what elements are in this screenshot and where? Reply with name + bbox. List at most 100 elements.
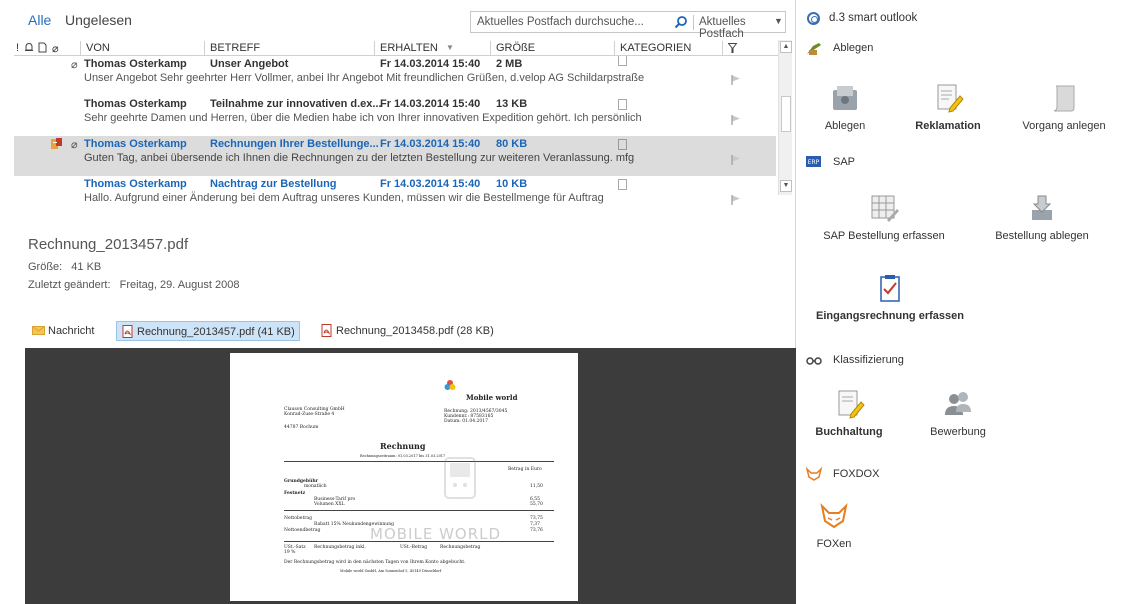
bell-icon[interactable] <box>24 42 34 53</box>
doc-row1-val: 11,50 <box>530 484 543 489</box>
doc-rule <box>284 461 554 462</box>
action-reklamation[interactable]: Reklamation <box>903 82 993 132</box>
message-row[interactable]: Thomas Osterkamp Nachtrag zur Bestellung… <box>14 176 776 206</box>
mail-pane: Alle Ungelesen Aktuelles Postfach durchs… <box>0 0 796 604</box>
attachment-column-icon[interactable]: ⌀ <box>52 42 59 55</box>
doc-discount-val: 7,37 <box>530 522 541 527</box>
tab-attachment-2[interactable]: Rechnung_2013458.pdf (28 KB) <box>316 321 498 341</box>
modified-value: Freitag, 29. August 2008 <box>119 279 240 291</box>
action-label: Bewerbung <box>930 426 986 438</box>
action-foxen[interactable]: FOXen <box>809 500 859 550</box>
doc-total-label: Rechnungsbetrag <box>440 545 481 550</box>
section-foxdox[interactable]: FOXDOX <box>797 464 1124 486</box>
document-icon[interactable] <box>38 42 47 53</box>
message-from: Thomas Osterkamp <box>84 178 187 190</box>
tab-attachment-1[interactable]: Rechnung_2013457.pdf (41 KB) <box>116 321 300 341</box>
message-subject: Rechnungen Ihrer Bestellunge... <box>210 138 379 150</box>
doc-vat-base-label: Rechnungsbetrag inkl. <box>314 545 366 550</box>
message-list: ⌀ Thomas Osterkamp Unser Angebot Fr 14.0… <box>14 56 776 206</box>
pdf-icon <box>321 324 332 337</box>
message-row-selected[interactable]: ⌀ Thomas Osterkamp Rechnungen Ihrer Best… <box>14 136 776 176</box>
d3-document-icon <box>51 138 62 149</box>
search-box[interactable]: Aktuelles Postfach durchsuche... Aktuell… <box>470 11 786 40</box>
message-list-scrollbar[interactable]: ▲ ▼ <box>778 40 792 195</box>
section-ablegen[interactable]: Ablegen <box>797 38 1124 60</box>
search-separator <box>693 15 694 30</box>
action-vorgang-anlegen[interactable]: Vorgang anlegen <box>1017 82 1111 132</box>
action-buchhaltung[interactable]: Buchhaltung <box>809 388 889 438</box>
column-size[interactable]: GRÖßE <box>496 42 535 54</box>
search-input[interactable]: Aktuelles Postfach durchsuche... <box>477 16 644 28</box>
column-categories[interactable]: KATEGORIEN <box>620 42 691 54</box>
message-row[interactable]: ⌀ Thomas Osterkamp Unser Angebot Fr 14.0… <box>14 56 776 96</box>
message-from: Thomas Osterkamp <box>84 98 187 110</box>
tab-message[interactable]: Nachricht <box>28 321 98 341</box>
doc-subheading: Rechnungszeitraum: 01.03.2017 bis 31.03.… <box>360 454 446 458</box>
pdf-page: Mobile world Clauson Consulting GmbH Kon… <box>230 353 578 601</box>
section-sap[interactable]: ERP SAP <box>797 152 1124 174</box>
scroll-thumb[interactable] <box>781 96 791 132</box>
filter-unread[interactable]: Ungelesen <box>65 12 132 28</box>
archive-icon <box>833 86 857 110</box>
doc-row1-sub: monatlich <box>304 484 327 489</box>
flag-icon[interactable] <box>730 194 742 206</box>
search-scope-label[interactable]: Aktuelles Postfach <box>699 16 785 40</box>
doc-row2-label: Festnetz <box>284 491 306 496</box>
column-received[interactable]: ERHALTEN <box>380 42 438 54</box>
pdf-viewer[interactable]: Mobile world Clauson Consulting GmbH Kon… <box>25 348 796 604</box>
action-label: Reklamation <box>915 120 981 132</box>
column-from[interactable]: VON <box>86 42 110 54</box>
chevron-down-icon[interactable]: ▼ <box>774 16 783 26</box>
d3-logo-icon <box>807 12 820 25</box>
tab-label: Rechnung_2013458.pdf (28 KB) <box>336 325 494 337</box>
importance-column-icon[interactable]: ! <box>16 42 19 54</box>
d3-smart-outlook-panel: d.3 smart outlook Ablegen Ablegen Reklam… <box>797 0 1124 604</box>
category-box[interactable] <box>618 99 627 110</box>
doc-footer-2: Mobile world GmbH, Am Sonnenhof 5, 45149… <box>340 569 442 573</box>
filter-funnel-icon[interactable] <box>728 43 737 53</box>
action-label: Vorgang anlegen <box>1022 120 1106 132</box>
search-icon[interactable] <box>674 15 688 29</box>
fox-icon <box>820 502 848 529</box>
grid-pencil-icon <box>871 195 899 222</box>
action-label: FOXen <box>816 538 852 550</box>
category-box[interactable] <box>618 139 627 150</box>
doc-row2-sub2: Volumen XXL <box>314 502 345 507</box>
doc-row2-val2: 55,70 <box>530 502 543 507</box>
action-label: Bestellung ablegen <box>995 230 1089 242</box>
scroll-down-icon[interactable]: ▼ <box>780 180 792 192</box>
tab-label: Nachricht <box>48 325 95 337</box>
sort-down-icon[interactable]: ▼ <box>446 43 454 52</box>
watermark-phone-icon <box>444 457 476 499</box>
doc-rule <box>284 510 554 511</box>
flag-icon[interactable] <box>730 74 742 86</box>
doc-rule <box>284 541 554 542</box>
action-ablegen[interactable]: Ablegen <box>819 82 871 132</box>
column-header: ! ⌀ VON BETREFF ERHALTEN ▼ GRÖßE KATEGOR… <box>14 40 792 56</box>
archive-hand-icon <box>807 43 821 55</box>
tab-label: Rechnung_2013457.pdf (41 KB) <box>137 326 295 338</box>
category-box[interactable] <box>618 56 627 66</box>
flag-icon[interactable] <box>730 114 742 126</box>
doc-net-val: 73,75 <box>530 516 543 521</box>
section-klassifizierung[interactable]: Klassifizierung <box>797 350 1124 372</box>
doc-net-after-val: 73,76 <box>530 528 543 533</box>
doc-vat-amt-label: USt.-Betrag <box>400 545 428 550</box>
doc-date: Datum: 01.04.2017 <box>444 419 488 424</box>
action-bestellung-ablegen[interactable]: Bestellung ablegen <box>987 192 1097 242</box>
action-bewerbung[interactable]: Bewerbung <box>923 388 993 438</box>
message-row[interactable]: Thomas Osterkamp Teilnahme zur innovativ… <box>14 96 776 136</box>
section-label: FOXDOX <box>833 468 880 480</box>
message-from: Thomas Osterkamp <box>84 138 187 150</box>
action-eingangsrechnung-erfassen[interactable]: Eingangsrechnung erfassen <box>815 272 965 322</box>
action-sap-bestellung-erfassen[interactable]: SAP Bestellung erfassen <box>819 192 949 242</box>
filter-all[interactable]: Alle <box>28 12 51 28</box>
column-subject[interactable]: BETREFF <box>210 42 260 54</box>
category-box[interactable] <box>618 179 627 190</box>
scroll-up-icon[interactable]: ▲ <box>780 41 792 53</box>
size-value: 41 KB <box>71 261 102 273</box>
fox-icon <box>805 466 823 481</box>
flag-icon[interactable] <box>730 154 742 166</box>
svg-text:ERP: ERP <box>808 159 820 166</box>
message-received: Fr 14.03.2014 15:40 <box>380 138 481 150</box>
